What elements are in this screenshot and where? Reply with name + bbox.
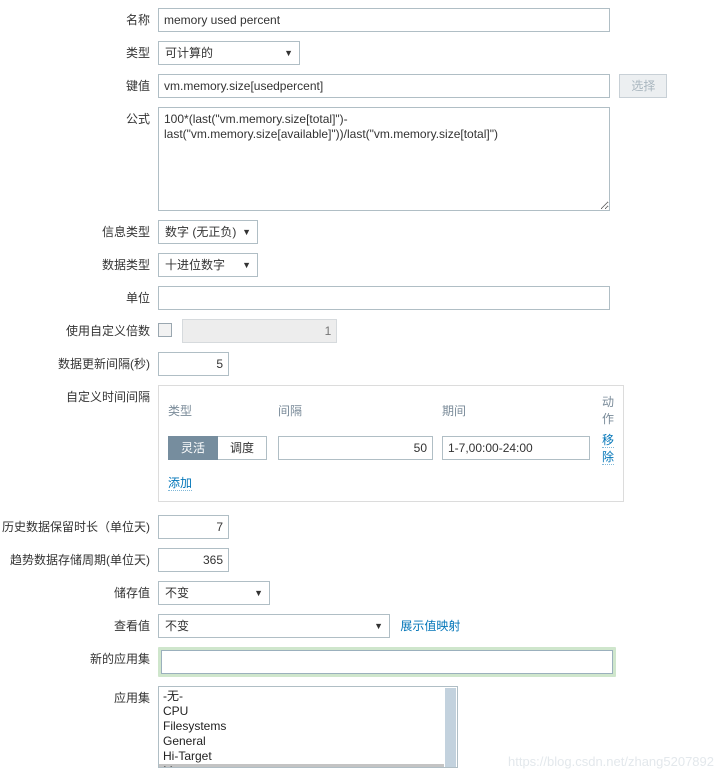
interval-value-input[interactable] bbox=[278, 436, 433, 460]
label-new-application: 新的应用集 bbox=[89, 652, 150, 666]
interval-value-cell bbox=[278, 431, 442, 465]
interval-period-cell bbox=[442, 431, 597, 465]
new-application-input[interactable] bbox=[161, 650, 613, 674]
form-row-update-interval: 数据更新间隔(秒) bbox=[0, 352, 722, 376]
info-type-select[interactable]: 数字 (无正负) ▼ bbox=[158, 220, 258, 244]
form-row-custom-intervals: 自定义时间间隔 类型 间隔 期间 动作 灵活 调度 50 1-7,00:00-2… bbox=[0, 385, 722, 502]
table-header-row: 类型 间隔 期间 动作 bbox=[168, 392, 614, 431]
name-input[interactable] bbox=[158, 8, 610, 32]
store-value-select[interactable]: 不变 ▼ bbox=[158, 581, 270, 605]
form-row-trends: 趋势数据存储周期(单位天) bbox=[0, 548, 722, 572]
applications-scrollbar-thumb[interactable] bbox=[445, 688, 456, 767]
value-mapping-link[interactable]: 展示值映射 bbox=[400, 619, 460, 633]
store-value-select-value: 不变 bbox=[165, 586, 190, 600]
form-row-type: 类型 可计算的 ▼ bbox=[0, 41, 722, 65]
list-item[interactable]: Filesystems bbox=[159, 719, 457, 734]
label-custom-multiplier: 使用自定义倍数 bbox=[65, 324, 150, 338]
applications-listbox[interactable]: -无-CPUFilesystemsGeneralHi-TargetMemoryN… bbox=[158, 686, 458, 768]
applications-list: -无-CPUFilesystemsGeneralHi-TargetMemoryN… bbox=[159, 687, 457, 767]
label-key: 键值 bbox=[125, 79, 150, 93]
list-item[interactable]: Hi-Target bbox=[159, 749, 457, 764]
label-name: 名称 bbox=[125, 13, 150, 27]
add-interval-row: 添加 bbox=[168, 474, 614, 491]
form-row-new-application: 新的应用集 bbox=[0, 647, 722, 677]
formula-textarea[interactable]: 100*(last("vm.memory.size[total]")-last(… bbox=[158, 107, 610, 211]
custom-multiplier-input bbox=[182, 319, 338, 343]
form-row-show-value: 查看值 不变 ▼ 展示值映射 bbox=[0, 614, 722, 638]
type-select-value: 可计算的 bbox=[165, 46, 214, 60]
custom-intervals-panel: 类型 间隔 期间 动作 灵活 调度 50 1-7,00:00-24:00 移除 … bbox=[158, 385, 624, 502]
chevron-down-icon: ▼ bbox=[374, 621, 383, 631]
label-data-type: 数据类型 bbox=[101, 258, 150, 272]
data-type-select[interactable]: 十进位数字 ▼ bbox=[158, 253, 258, 277]
show-value-select-value: 不变 bbox=[165, 619, 190, 633]
label-custom-intervals: 自定义时间间隔 bbox=[65, 390, 150, 404]
col-header-period: 期间 bbox=[442, 403, 467, 418]
chevron-down-icon: ▼ bbox=[284, 48, 293, 58]
form-row-units: 单位 bbox=[0, 286, 722, 310]
chevron-down-icon: ▼ bbox=[242, 227, 251, 237]
label-store-value: 储存值 bbox=[113, 586, 150, 600]
custom-intervals-table: 类型 间隔 期间 动作 灵活 调度 50 1-7,00:00-24:00 移除 bbox=[168, 392, 614, 465]
info-type-select-value: 数字 (无正负) bbox=[165, 225, 237, 239]
interval-type-toggle[interactable]: 灵活 调度 bbox=[168, 436, 268, 460]
units-input[interactable] bbox=[158, 286, 610, 310]
form-row-name: 名称 bbox=[0, 8, 722, 32]
list-item[interactable]: Memory bbox=[159, 764, 457, 767]
item-configuration-form: 名称 类型 可计算的 ▼ 键值 选择 公式 100*(last("vm.memo… bbox=[0, 0, 722, 775]
history-input[interactable] bbox=[158, 515, 229, 539]
interval-type-scheduling-option[interactable]: 调度 bbox=[218, 436, 268, 460]
new-application-focus-ring bbox=[158, 647, 616, 677]
interval-period-input[interactable] bbox=[442, 436, 590, 460]
form-row-formula: 公式 100*(last("vm.memory.size[total]")-la… bbox=[0, 107, 722, 211]
update-interval-input[interactable] bbox=[158, 352, 229, 376]
list-item[interactable]: CPU bbox=[159, 704, 457, 719]
list-item[interactable]: -无- bbox=[159, 689, 457, 704]
remove-interval-link[interactable]: 移除 bbox=[601, 433, 614, 465]
chevron-down-icon: ▼ bbox=[242, 260, 251, 270]
col-header-action: 动作 bbox=[601, 395, 614, 426]
applications-scrollbar[interactable] bbox=[444, 687, 457, 767]
add-interval-link[interactable]: 添加 bbox=[168, 476, 193, 491]
data-type-select-value: 十进位数字 bbox=[165, 258, 226, 272]
list-item[interactable]: General bbox=[159, 734, 457, 749]
interval-type-flexible-option[interactable]: 灵活 bbox=[168, 436, 219, 460]
form-row-key: 键值 选择 bbox=[0, 74, 722, 98]
form-row-info-type: 信息类型 数字 (无正负) ▼ bbox=[0, 220, 722, 244]
interval-type-cell: 灵活 调度 bbox=[168, 431, 278, 465]
trends-input[interactable] bbox=[158, 548, 229, 572]
form-row-history: 历史数据保留时长（单位天) bbox=[0, 515, 722, 539]
custom-multiplier-checkbox[interactable] bbox=[158, 323, 172, 337]
chevron-down-icon: ▼ bbox=[254, 588, 263, 598]
form-row-custom-multiplier: 使用自定义倍数 bbox=[0, 319, 722, 343]
key-select-button[interactable]: 选择 bbox=[619, 74, 668, 98]
col-header-interval: 间隔 bbox=[278, 403, 303, 418]
type-select[interactable]: 可计算的 ▼ bbox=[158, 41, 300, 65]
show-value-select[interactable]: 不变 ▼ bbox=[158, 614, 390, 638]
table-row: 灵活 调度 移除 bbox=[168, 431, 614, 465]
form-row-data-type: 数据类型 十进位数字 ▼ bbox=[0, 253, 722, 277]
label-trends: 趋势数据存储周期(单位天) bbox=[10, 553, 150, 567]
form-row-applications: 应用集 -无-CPUFilesystemsGeneralHi-TargetMem… bbox=[0, 686, 722, 768]
label-update-interval: 数据更新间隔(秒) bbox=[58, 357, 150, 371]
label-formula: 公式 bbox=[125, 112, 150, 126]
col-header-type: 类型 bbox=[168, 403, 193, 418]
label-applications: 应用集 bbox=[113, 691, 150, 705]
label-history: 历史数据保留时长（单位天) bbox=[2, 520, 150, 534]
label-info-type: 信息类型 bbox=[101, 225, 150, 239]
label-units: 单位 bbox=[125, 291, 150, 305]
label-type: 类型 bbox=[125, 46, 150, 60]
interval-action-cell: 移除 bbox=[597, 431, 614, 465]
label-show-value: 查看值 bbox=[113, 619, 150, 633]
form-row-store-value: 储存值 不变 ▼ bbox=[0, 581, 722, 605]
key-input[interactable] bbox=[158, 74, 610, 98]
